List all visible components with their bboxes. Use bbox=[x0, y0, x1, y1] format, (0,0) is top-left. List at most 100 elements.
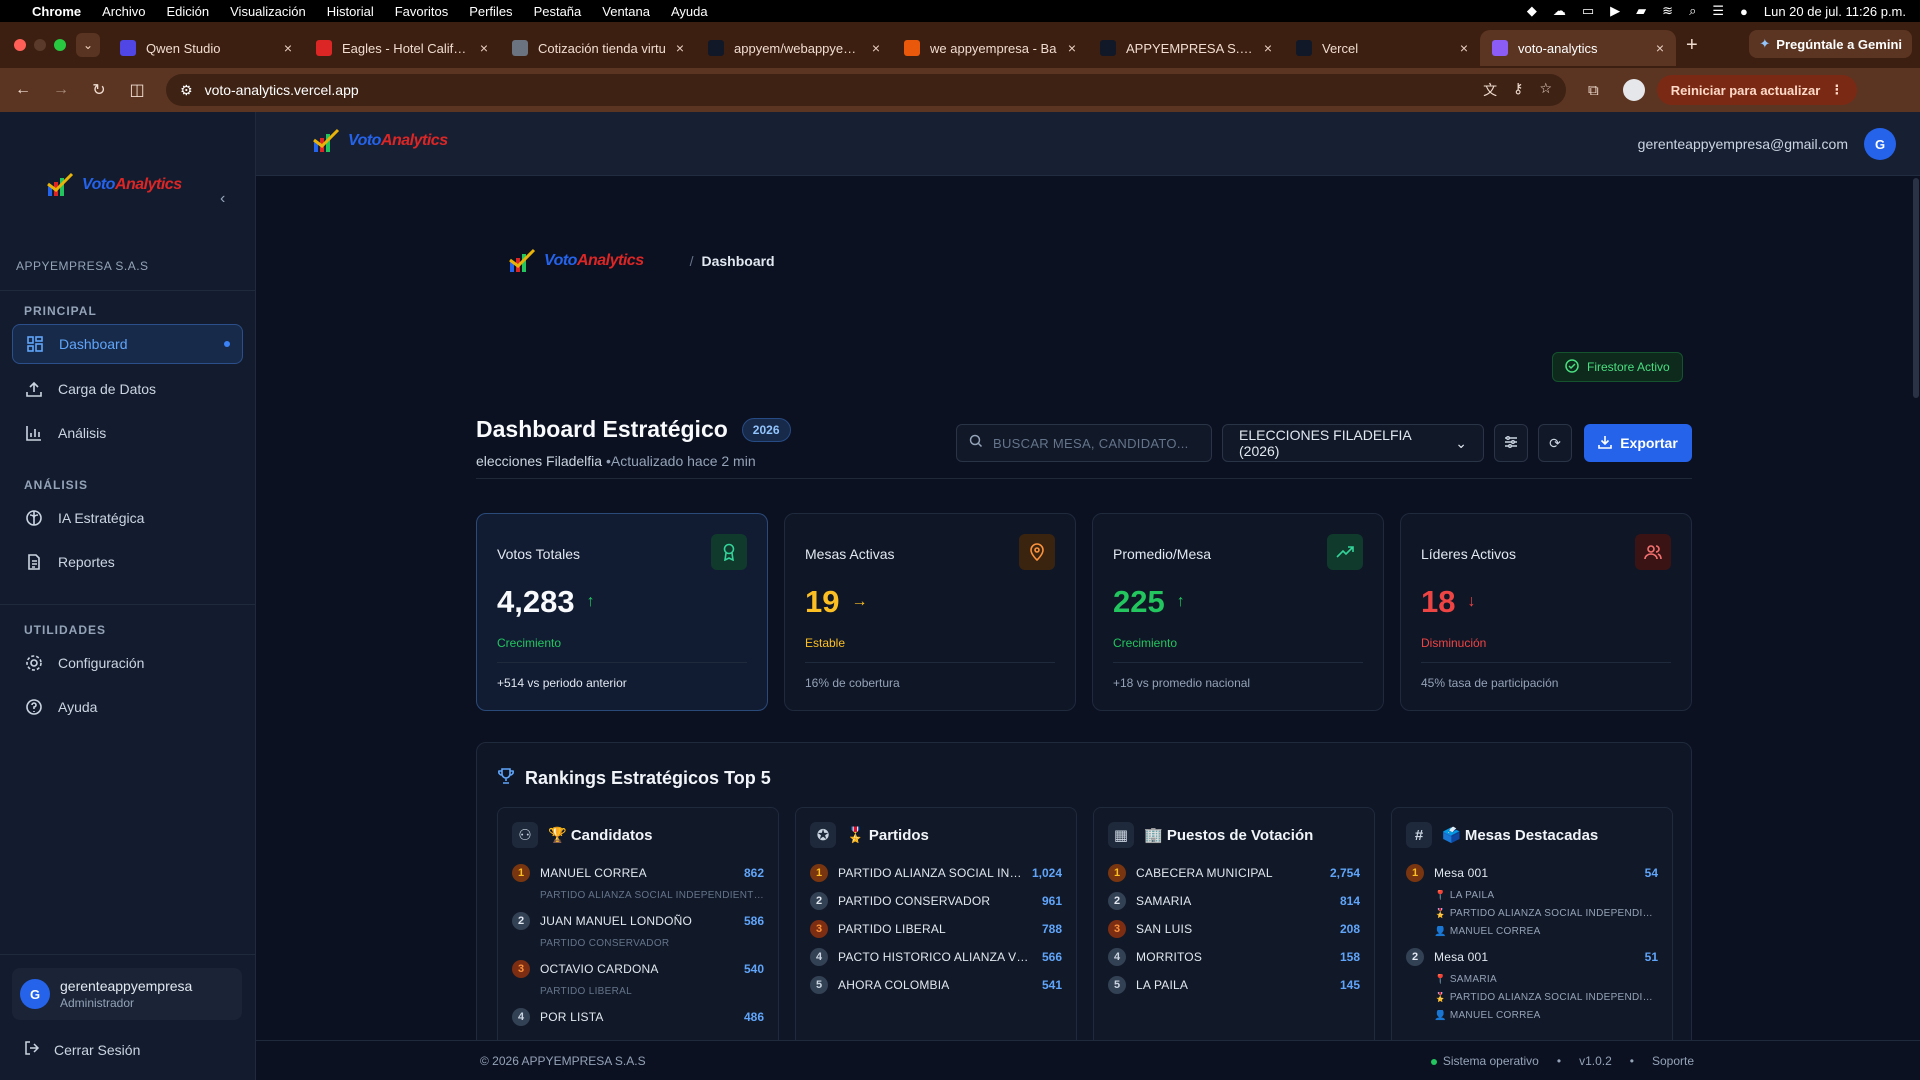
ranking-row[interactable]: 1 Mesa 001 54 bbox=[1406, 864, 1658, 882]
browser-tab[interactable]: APPYEMPRESA S.A.S × bbox=[1088, 30, 1284, 66]
ranking-row[interactable]: 2 PARTIDO CONSERVADOR 961 bbox=[810, 892, 1062, 910]
ranking-row[interactable]: 1 PARTIDO ALIANZA SOCIAL INDEPENDIENTE 1,0… bbox=[810, 864, 1062, 882]
menu-ventana[interactable]: Ventana bbox=[602, 4, 650, 19]
sidebar-item-analisis[interactable]: Análisis bbox=[12, 413, 243, 453]
menu-favoritos[interactable]: Favoritos bbox=[395, 4, 448, 19]
search-input[interactable] bbox=[993, 435, 1193, 451]
sidebar-item-ia-estrategica[interactable]: IA Estratégica bbox=[12, 498, 243, 538]
ranking-row[interactable]: 3 PARTIDO LIBERAL 788 bbox=[810, 920, 1062, 938]
browser-tab[interactable]: we appyempresa - Ba × bbox=[892, 30, 1088, 66]
collapse-sidebar-icon[interactable]: ‹ bbox=[220, 190, 225, 208]
ranking-row[interactable]: 1 MANUEL CORREA 862 bbox=[512, 864, 764, 882]
logo-text: VotoAnalytics bbox=[348, 132, 448, 150]
kpi-card-mesas[interactable]: Mesas Activas 19 → Estable 16% de cobertu… bbox=[784, 513, 1076, 711]
cloud-icon[interactable]: ☁ bbox=[1553, 3, 1566, 19]
dropbox-icon[interactable]: ◆ bbox=[1527, 3, 1537, 19]
ranking-row[interactable]: 1 CABECERA MUNICIPAL 2,754 bbox=[1108, 864, 1360, 882]
user-card[interactable]: G gerenteappyempresa Administrador bbox=[12, 968, 242, 1020]
forward-icon[interactable]: → bbox=[52, 81, 70, 99]
menu-pestana[interactable]: Pestaña bbox=[534, 4, 582, 19]
minimize-window-button[interactable] bbox=[34, 39, 46, 51]
scrollbar-thumb[interactable] bbox=[1913, 178, 1919, 398]
browser-tab[interactable]: Cotización tienda virtu × bbox=[500, 30, 696, 66]
extensions-icon[interactable]: ⧉ bbox=[1588, 82, 1599, 99]
kpi-card-lideres[interactable]: Líderes Activos 18 ↓ Disminución 45% tasa… bbox=[1400, 513, 1692, 711]
refresh-button[interactable]: ⟳ bbox=[1538, 424, 1572, 462]
wifi-icon[interactable]: ≋ bbox=[1662, 3, 1673, 19]
ranking-row[interactable]: 2 Mesa 001 51 bbox=[1406, 948, 1658, 966]
bookmark-star-icon[interactable]: ☆ bbox=[1539, 80, 1552, 100]
close-tab-icon[interactable]: × bbox=[480, 40, 488, 56]
split-view-icon[interactable]: ◫ bbox=[128, 80, 146, 100]
browser-tab[interactable]: appyem/webappyempr × bbox=[696, 30, 892, 66]
ranking-row[interactable]: 4 PACTO HISTORICO ALIANZA VERDE 566 bbox=[810, 948, 1062, 966]
gemini-button[interactable]: ✦ Pregúntale a Gemini bbox=[1749, 30, 1912, 58]
spotlight-icon[interactable]: ⌕ bbox=[1689, 3, 1696, 19]
restart-update-button[interactable]: Reiniciar para actualizar ⋮ bbox=[1656, 75, 1858, 105]
kpi-value-row: 18 ↓ bbox=[1421, 584, 1475, 620]
close-tab-icon[interactable]: × bbox=[284, 40, 292, 56]
sidebar-item-carga-datos[interactable]: Carga de Datos bbox=[12, 369, 243, 409]
close-tab-icon[interactable]: × bbox=[872, 40, 880, 56]
kpi-card-promedio[interactable]: Promedio/Mesa 225 ↑ Crecimiento +18 vs pr… bbox=[1092, 513, 1384, 711]
profile-avatar[interactable] bbox=[1622, 79, 1645, 101]
ranking-row[interactable]: 5 AHORA COLOMBIA 541 bbox=[810, 976, 1062, 994]
menu-app[interactable]: Chrome bbox=[32, 4, 81, 19]
page-scrollbar[interactable] bbox=[1912, 176, 1920, 1040]
menu-visualizacion[interactable]: Visualización bbox=[230, 4, 306, 19]
browser-tab[interactable]: voto-analytics × bbox=[1480, 30, 1676, 66]
tab-search-button[interactable]: ⌄ bbox=[76, 33, 100, 57]
menu-edicion[interactable]: Edición bbox=[166, 4, 209, 19]
kpi-card-votos[interactable]: Votos Totales 4,283 ↑ Crecimiento +514 vs… bbox=[476, 513, 768, 711]
control-center-icon[interactable]: ☰ bbox=[1712, 3, 1724, 19]
menu-perfiles[interactable]: Perfiles bbox=[469, 4, 512, 19]
site-info-icon[interactable]: ⚙ bbox=[180, 82, 193, 99]
breadcrumb-logo[interactable]: VotoAnalytics bbox=[508, 248, 644, 274]
new-tab-button[interactable]: + bbox=[1686, 34, 1698, 57]
close-window-button[interactable] bbox=[14, 39, 26, 51]
reload-icon[interactable]: ↻ bbox=[90, 80, 108, 100]
export-button[interactable]: Exportar bbox=[1584, 424, 1692, 462]
close-tab-icon[interactable]: × bbox=[1068, 40, 1076, 56]
close-tab-icon[interactable]: × bbox=[1460, 40, 1468, 56]
sidebar-item-configuracion[interactable]: Configuración bbox=[12, 643, 243, 683]
siri-icon[interactable]: ● bbox=[1740, 4, 1748, 19]
browser-tab[interactable]: Eagles - Hotel Californ × bbox=[304, 30, 500, 66]
sidebar-item-reportes[interactable]: Reportes bbox=[12, 542, 243, 582]
browser-tab[interactable]: Vercel × bbox=[1284, 30, 1480, 66]
menu-archivo[interactable]: Archivo bbox=[102, 4, 145, 19]
filters-button[interactable] bbox=[1494, 424, 1528, 462]
header-avatar[interactable]: G bbox=[1864, 128, 1896, 160]
battery-icon[interactable]: ▰ bbox=[1636, 3, 1646, 19]
ranking-row[interactable]: 5 LA PAILA 145 bbox=[1108, 976, 1360, 994]
display-icon[interactable]: ▭ bbox=[1582, 3, 1594, 19]
play-icon[interactable]: ▶ bbox=[1610, 3, 1620, 19]
ranking-row[interactable]: 2 JUAN MANUEL LONDOÑO 586 bbox=[512, 912, 764, 930]
back-icon[interactable]: ← bbox=[14, 81, 32, 99]
zoom-window-button[interactable] bbox=[54, 39, 66, 51]
logout-button[interactable]: Cerrar Sesión bbox=[24, 1040, 140, 1059]
ranking-row[interactable]: 3 OCTAVIO CARDONA 540 bbox=[512, 960, 764, 978]
translate-icon[interactable]: 文 bbox=[1483, 80, 1497, 100]
election-select[interactable]: ELECCIONES FILADELFIA (2026) ⌄ bbox=[1222, 424, 1484, 462]
ranking-row[interactable]: 3 SAN LUIS 208 bbox=[1108, 920, 1360, 938]
menu-ayuda[interactable]: Ayuda bbox=[671, 4, 708, 19]
ranking-row[interactable]: 4 POR LISTA 486 bbox=[512, 1008, 764, 1026]
address-bar[interactable]: ⚙ voto-analytics.vercel.app 文 ⚷ ☆ bbox=[166, 74, 1566, 106]
menubar-datetime[interactable]: Lun 20 de jul. 11:26 p.m. bbox=[1764, 4, 1906, 19]
sidebar-item-ayuda[interactable]: Ayuda bbox=[12, 687, 243, 727]
menu-historial[interactable]: Historial bbox=[327, 4, 374, 19]
close-tab-icon[interactable]: × bbox=[1264, 40, 1272, 56]
support-link[interactable]: Soporte bbox=[1652, 1054, 1694, 1068]
search-box[interactable] bbox=[956, 424, 1212, 462]
header-logo[interactable]: VotoAnalytics bbox=[312, 128, 448, 154]
close-tab-icon[interactable]: × bbox=[676, 40, 684, 56]
sidebar-item-dashboard[interactable]: Dashboard bbox=[12, 324, 243, 364]
browser-tab[interactable]: Qwen Studio × bbox=[108, 30, 304, 66]
ranking-row[interactable]: 4 MORRITOS 158 bbox=[1108, 948, 1360, 966]
password-key-icon[interactable]: ⚷ bbox=[1513, 80, 1523, 100]
sidebar-logo[interactable]: VotoAnalytics bbox=[46, 172, 182, 198]
ranking-row[interactable]: 2 SAMARIA 814 bbox=[1108, 892, 1360, 910]
close-tab-icon[interactable]: × bbox=[1656, 40, 1664, 56]
more-menu-icon[interactable]: ⋮ bbox=[1830, 82, 1843, 98]
